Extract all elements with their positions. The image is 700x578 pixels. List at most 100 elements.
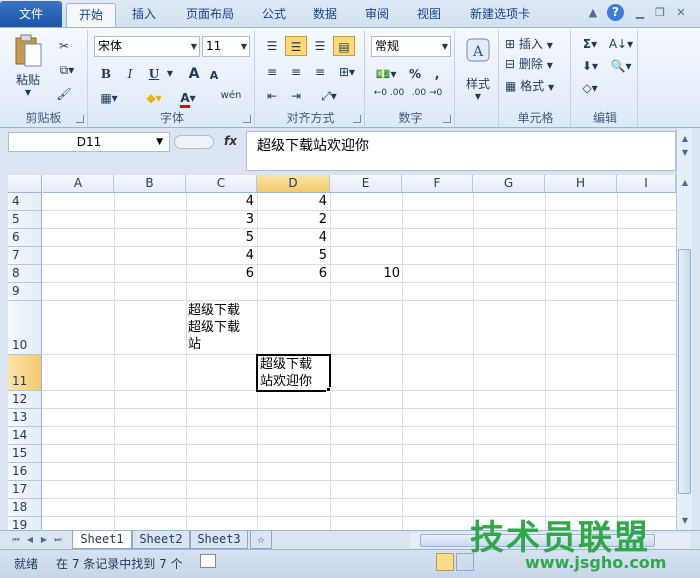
currency-button[interactable]: 💵▾	[371, 64, 401, 84]
fill-handle[interactable]	[326, 387, 331, 392]
row-header-16[interactable]: 16	[8, 463, 42, 481]
row-header-11[interactable]: 11	[8, 355, 42, 391]
orientation-button[interactable]: ⤢▾	[315, 86, 343, 106]
row-header-13[interactable]: 13	[8, 409, 42, 427]
styles-button[interactable]: A 样式 ▼	[462, 36, 494, 116]
row-header-4[interactable]: 4	[8, 193, 42, 211]
normal-view-icon[interactable]	[436, 553, 454, 571]
number-launcher-icon[interactable]	[443, 115, 451, 123]
delete-cells-button[interactable]: ⊟ 删除 ▼	[505, 54, 569, 74]
macro-record-icon[interactable]	[200, 554, 216, 568]
cell-c7[interactable]: 4	[186, 248, 254, 263]
scroll-down-icon[interactable]: ▼	[679, 515, 691, 527]
prev-sheet-icon[interactable]: ◀	[24, 534, 36, 546]
tab-review[interactable]: 审阅	[356, 3, 398, 28]
cell-c8[interactable]: 6	[186, 266, 254, 281]
align-right-button[interactable]: ≡	[309, 62, 331, 82]
minimize-ribbon-icon[interactable]: ▲	[585, 5, 601, 21]
vertical-scrollbar[interactable]: ▲ ▼ ▲ ▼	[676, 129, 692, 530]
decrease-decimal-button[interactable]: .00 →0	[409, 88, 445, 108]
row-header-15[interactable]: 15	[8, 445, 42, 463]
bold-button[interactable]: B	[96, 64, 116, 84]
formula-divider-handle[interactable]	[174, 135, 214, 149]
select-all-corner[interactable]	[8, 175, 42, 193]
cell-e8[interactable]: 10	[330, 266, 400, 281]
increase-indent-button[interactable]: ⇥	[285, 86, 307, 106]
column-header-h[interactable]: H	[545, 175, 617, 193]
row-header-10[interactable]: 10	[8, 301, 42, 355]
cell-d7[interactable]: 5	[257, 248, 327, 263]
insert-cells-button[interactable]: ⊞ 插入 ▼	[505, 34, 569, 54]
tab-file[interactable]: 文件	[0, 1, 62, 27]
bottom-align-button[interactable]: ☰	[309, 36, 331, 56]
fill-color-button[interactable]: ◆▾	[140, 88, 168, 108]
cell-c5[interactable]: 3	[186, 212, 254, 227]
font-size-combo[interactable]: 11 ▼	[202, 36, 250, 57]
alignment-launcher-icon[interactable]	[353, 115, 361, 123]
next-sheet-icon[interactable]: ▶	[38, 534, 50, 546]
increase-decimal-button[interactable]: ←0 .00	[371, 88, 407, 108]
decrease-indent-button[interactable]: ⇤	[261, 86, 283, 106]
find-select-button[interactable]: 🔍▾	[607, 56, 635, 76]
column-header-f[interactable]: F	[402, 175, 473, 193]
row-header-18[interactable]: 18	[8, 499, 42, 517]
middle-align-button[interactable]: ☰	[285, 36, 307, 56]
column-header-a[interactable]: A	[43, 175, 114, 193]
sheet-tab-sheet1[interactable]: Sheet1	[72, 531, 132, 549]
column-header-c[interactable]: C	[186, 175, 257, 193]
column-header-e[interactable]: E	[330, 175, 402, 193]
border-button[interactable]: ▦▾	[96, 88, 122, 108]
row-header-6[interactable]: 6	[8, 229, 42, 247]
wrap-text-button[interactable]: ▤	[333, 36, 355, 56]
vertical-scroll-thumb[interactable]	[678, 249, 691, 494]
expand-formula-icon[interactable]: ▼	[679, 147, 691, 159]
sheet-tab-sheet3[interactable]: Sheet3	[190, 531, 248, 549]
help-icon[interactable]: ?	[607, 4, 624, 21]
scroll-up-icon[interactable]: ▲	[679, 177, 691, 189]
insert-function-button[interactable]: fx	[224, 134, 237, 148]
column-header-g[interactable]: G	[473, 175, 545, 193]
cell-c6[interactable]: 5	[186, 230, 254, 245]
underline-button[interactable]: U	[144, 64, 164, 84]
percent-button[interactable]: %	[407, 64, 423, 84]
sheet-tab-sheet2[interactable]: Sheet2	[132, 531, 190, 549]
fill-button[interactable]: ⬇▾	[577, 56, 603, 76]
font-launcher-icon[interactable]	[243, 115, 251, 123]
cell-c4[interactable]: 4	[186, 194, 254, 209]
collapse-formula-icon[interactable]: ▲	[679, 133, 691, 145]
row-header-7[interactable]: 7	[8, 247, 42, 265]
cell-d5[interactable]: 2	[257, 212, 327, 227]
row-header-9[interactable]: 9	[8, 283, 42, 301]
autosum-button[interactable]: Σ▾	[577, 34, 603, 54]
align-left-button[interactable]: ≡	[261, 62, 283, 82]
tab-page-layout[interactable]: 页面布局	[178, 3, 242, 28]
minimize-icon[interactable]: ▁	[632, 5, 648, 21]
underline-dropdown-icon[interactable]: ▼	[166, 64, 174, 84]
close-icon[interactable]: ✕	[673, 5, 689, 21]
cell-c10[interactable]: 超级下载 超级下载 站	[188, 302, 256, 353]
tab-formulas[interactable]: 公式	[254, 3, 294, 28]
tab-insert[interactable]: 插入	[122, 3, 166, 28]
formula-input[interactable]: 超级下载站欢迎你	[246, 131, 676, 171]
column-header-d[interactable]: D	[257, 175, 330, 193]
tab-data[interactable]: 数据	[304, 3, 346, 28]
copy-button[interactable]: ⧉▾	[54, 60, 80, 80]
tab-new-tab[interactable]: 新建选项卡	[462, 3, 538, 28]
sort-filter-button[interactable]: A↓▾	[607, 34, 635, 54]
format-painter-button[interactable]: 🖌	[54, 84, 74, 104]
name-box[interactable]: D11 ▼	[8, 132, 170, 152]
cell-d4[interactable]: 4	[257, 194, 327, 209]
clipboard-launcher-icon[interactable]	[76, 115, 84, 123]
row-header-5[interactable]: 5	[8, 211, 42, 229]
row-header-8[interactable]: 8	[8, 265, 42, 283]
align-center-button[interactable]: ≡	[285, 62, 307, 82]
font-color-button[interactable]: A▾	[174, 88, 202, 108]
format-cells-button[interactable]: ▦ 格式 ▼	[505, 76, 569, 96]
italic-button[interactable]: I	[120, 64, 140, 84]
paste-button[interactable]: 粘贴 ▼	[10, 34, 46, 98]
column-header-b[interactable]: B	[114, 175, 186, 193]
first-sheet-icon[interactable]: ⏮	[10, 534, 22, 546]
column-header-i[interactable]: I	[617, 175, 676, 193]
cut-button[interactable]: ✂	[54, 36, 74, 56]
row-header-12[interactable]: 12	[8, 391, 42, 409]
